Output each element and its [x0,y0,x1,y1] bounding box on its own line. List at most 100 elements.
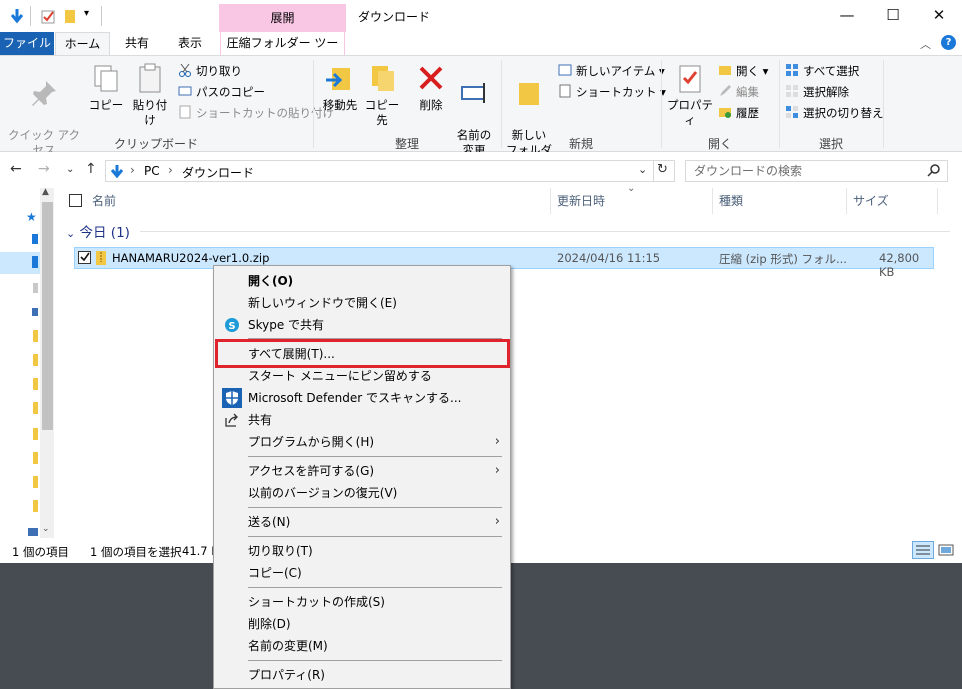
forward-arrow-icon[interactable]: → [38,161,50,177]
folder-icon[interactable] [33,428,38,440]
select-none-button[interactable]: 選択解除 [785,82,849,102]
customize-qa-icon[interactable]: ▾ [84,8,89,24]
back-arrow-icon[interactable]: ← [10,161,22,177]
breadcrumb-downloads[interactable]: ダウンロード [182,164,254,181]
column-type[interactable]: 種類 [719,188,743,214]
copy-to-button[interactable]: コピー先 [360,62,404,128]
details-view-icon[interactable] [912,541,934,559]
menu-item-create-shortcut[interactable]: ショートカットの作成(S) [214,591,510,613]
documents-icon[interactable] [33,283,38,293]
close-button[interactable]: ✕ [916,0,962,32]
help-icon[interactable]: ? [941,35,956,50]
menu-item-restore-versions[interactable]: 以前のバージョンの復元(V) [214,482,510,504]
invert-selection-button[interactable]: 選択の切り替え [785,103,884,123]
group-header-today[interactable]: ⌄ 今日 (1) [66,221,130,241]
properties-button[interactable]: プロパティ [664,62,716,128]
tab-share[interactable]: 共有 [112,32,162,55]
collapse-ribbon-icon[interactable]: ︿ [920,36,931,52]
quick-access-star-icon[interactable]: ★ [26,210,37,224]
defender-shield-icon [222,388,242,408]
tab-view[interactable]: 表示 [164,32,216,55]
delete-button[interactable]: 削除 [412,62,450,113]
column-divider[interactable] [937,188,938,214]
scroll-up-icon[interactable]: ▲ [42,187,49,197]
move-to-button[interactable]: 移動先 [318,62,362,113]
minimize-button[interactable]: — [824,0,870,32]
select-all-checkbox[interactable] [69,194,82,207]
address-bar[interactable]: › PC › ダウンロード ⌄ ↻ [105,160,675,182]
folder-icon[interactable] [33,354,38,366]
copy-button[interactable]: コピー [88,62,124,113]
pictures-icon[interactable] [32,308,38,316]
column-name[interactable]: 名前 [92,188,116,214]
paste-button[interactable]: 貼り付け [128,62,172,128]
folder-icon[interactable] [33,452,38,464]
breadcrumb-chevron-icon: › [130,163,135,177]
share-icon [224,412,240,428]
breadcrumb-pc[interactable]: PC [144,164,160,178]
maximize-button[interactable]: ☐ [870,0,916,32]
menu-item-give-access[interactable]: アクセスを許可する(G) › [214,460,510,482]
edit-button[interactable]: 編集 [718,82,759,102]
up-arrow-icon[interactable]: ↑ [85,161,97,177]
tab-compressed-folder-tools[interactable]: 圧縮フォルダー ツール [220,32,345,72]
new-item-button[interactable]: 新しいアイテム ▾ [558,61,665,81]
paste-shortcut-button[interactable]: ショートカットの貼り付け [178,103,334,123]
column-divider[interactable] [712,188,713,214]
copy-path-button[interactable]: パスのコピー [178,82,265,102]
pc-icon[interactable] [28,528,38,536]
menu-item-share[interactable]: 共有 [214,409,510,431]
new-folder-icon[interactable] [62,8,78,24]
status-selected: 1 個の項目を選択 [90,545,182,559]
group-collapse-chevron-icon[interactable]: ⌄ [66,227,75,240]
new-item-icon [558,63,572,77]
folder-icon[interactable] [33,500,38,512]
menu-item-pin-start[interactable]: スタート メニューにピン留めする [214,365,510,387]
folder-icon[interactable] [33,330,38,342]
menu-item-send-to[interactable]: 送る(N) › [214,511,510,533]
open-button[interactable]: 開く ▾ [718,61,768,81]
properties-check-icon[interactable] [40,8,56,24]
shortcut-button[interactable]: ショートカット ▾ [558,82,666,102]
menu-item-label: スタート メニューにピン留めする [248,369,432,383]
select-none-label: 選択解除 [803,85,849,99]
download-arrow-icon[interactable] [10,8,24,24]
menu-item-rename[interactable]: 名前の変更(M) [214,635,510,657]
nav-scrollbar-thumb[interactable] [42,202,53,430]
column-modified[interactable]: 更新日時 [557,188,605,214]
submenu-chevron-icon: › [494,514,500,529]
column-size[interactable]: サイズ [853,188,889,214]
menu-item-cut[interactable]: 切り取り(T) [214,540,510,562]
select-group-label: 選択 [818,137,843,151]
column-divider[interactable] [846,188,847,214]
address-dropdown-icon[interactable]: ⌄ [638,163,647,176]
folder-icon[interactable] [33,402,38,414]
menu-item-open-with[interactable]: プログラムから開く(H) › [214,431,510,453]
refresh-icon[interactable]: ↻ [657,162,668,177]
menu-item-open[interactable]: 開く(O) [214,270,510,292]
large-icons-view-icon[interactable] [938,543,954,560]
open-icon [718,63,732,77]
copy-to-icon [366,62,398,94]
desktop-icon[interactable] [32,234,38,244]
history-button[interactable]: 履歴 [718,103,759,123]
tab-home[interactable]: ホーム [55,32,110,55]
column-divider[interactable] [550,188,551,214]
menu-item-defender-scan[interactable]: Microsoft Defender でスキャンする... [214,387,510,409]
cut-button[interactable]: 切り取り [178,61,242,81]
scroll-down-icon[interactable]: ⌄ [42,524,50,534]
menu-item-open-new-window[interactable]: 新しいウィンドウで開く(E) [214,292,510,314]
folder-icon[interactable] [33,476,38,488]
row-checkbox[interactable] [78,251,91,264]
search-box[interactable]: ダウンロードの検索 [685,160,948,182]
select-all-button[interactable]: すべて選択 [785,61,859,81]
menu-item-properties[interactable]: プロパティ(R) [214,664,510,686]
recent-locations-icon[interactable]: ⌄ [66,164,74,175]
tab-file[interactable]: ファイル [0,32,54,55]
menu-item-share-skype[interactable]: S Skype で共有 [214,314,510,336]
search-icon[interactable] [927,163,941,183]
edit-icon [718,84,732,98]
menu-item-delete[interactable]: 削除(D) [214,613,510,635]
menu-item-copy[interactable]: コピー(C) [214,562,510,584]
folder-icon[interactable] [33,378,38,390]
